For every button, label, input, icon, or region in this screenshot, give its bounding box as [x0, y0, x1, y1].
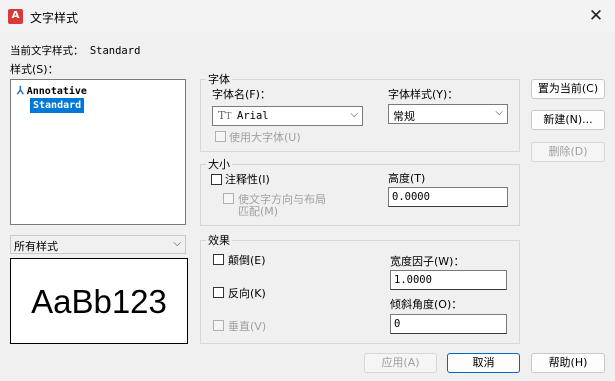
- size-group-title: 大小: [206, 156, 232, 172]
- delete-button[interactable]: 删除(D): [531, 142, 605, 162]
- backwards-checkbox[interactable]: [213, 287, 224, 298]
- width-factor-label: 宽度因子(W)：: [390, 255, 465, 268]
- font-style-combo[interactable]: 常规 ⌵: [388, 104, 508, 124]
- vertical-label: 垂直(V): [228, 320, 267, 333]
- help-button[interactable]: 帮助(H): [531, 353, 605, 373]
- close-icon[interactable]: ✕: [584, 5, 608, 27]
- height-value: 0.0000: [392, 191, 430, 203]
- backwards-label: 反向(K): [228, 287, 266, 300]
- list-item-annotative[interactable]: ⅄ Annotative: [17, 83, 87, 98]
- font-name-value: Arial: [237, 110, 269, 122]
- cancel-button[interactable]: 取消: [447, 353, 520, 373]
- new-button[interactable]: 新建(N)...: [531, 110, 605, 130]
- font-group-title: 字体: [206, 71, 232, 87]
- annotative-checkbox[interactable]: [211, 174, 222, 185]
- style-filter-value: 所有样式: [14, 240, 58, 253]
- autocad-app-icon: A: [8, 9, 23, 24]
- set-current-button[interactable]: 置为当前(C): [531, 79, 605, 99]
- font-style-label: 字体样式(Y)：: [388, 88, 459, 101]
- preview-box: AaBb123: [10, 258, 188, 344]
- vertical-checkbox[interactable]: [213, 320, 224, 331]
- styles-label: 样式(S)：: [10, 63, 59, 76]
- font-name-combo[interactable]: TT Arial ⌵: [212, 106, 363, 126]
- width-factor-value: 1.0000: [394, 274, 432, 286]
- styles-listbox[interactable]: ⅄ Annotative Standard: [10, 79, 186, 225]
- upside-down-checkbox[interactable]: [213, 254, 224, 265]
- chevron-down-icon: ⌵: [350, 109, 358, 120]
- match-orientation-label-line2: 匹配(M): [238, 205, 279, 218]
- font-name-label: 字体名(F)：: [212, 88, 271, 101]
- effects-group-title: 效果: [206, 232, 232, 248]
- title-bar: [0, 0, 615, 32]
- chevron-down-icon: ⌵: [495, 107, 503, 118]
- truetype-icon: TT: [218, 109, 232, 122]
- width-factor-input[interactable]: 1.0000: [390, 270, 507, 290]
- oblique-angle-label: 倾斜角度(O)：: [390, 298, 463, 311]
- font-style-value: 常规: [393, 110, 415, 123]
- match-orientation-checkbox[interactable]: [223, 193, 234, 204]
- annotative-icon: ⅄: [17, 84, 24, 97]
- upside-down-label: 颠倒(E): [228, 254, 266, 267]
- annotative-label: 注释性(I): [225, 173, 270, 186]
- style-filter-select[interactable]: 所有样式 ⌵: [10, 235, 186, 254]
- apply-button[interactable]: 应用(A): [364, 353, 437, 373]
- big-font-checkbox[interactable]: [215, 131, 226, 142]
- oblique-angle-value: 0: [394, 318, 401, 330]
- oblique-angle-input[interactable]: 0: [390, 314, 507, 334]
- height-label: 高度(T): [388, 172, 426, 185]
- chevron-down-icon: ⌵: [173, 238, 181, 249]
- preview-text: AaBb123: [31, 283, 167, 320]
- list-item-standard[interactable]: Standard: [30, 98, 85, 113]
- height-input[interactable]: 0.0000: [388, 187, 508, 207]
- window-title: 文字样式: [30, 11, 79, 25]
- big-font-label: 使用大字体(U): [229, 131, 301, 144]
- current-style-text: 当前文字样式： Standard: [10, 45, 141, 57]
